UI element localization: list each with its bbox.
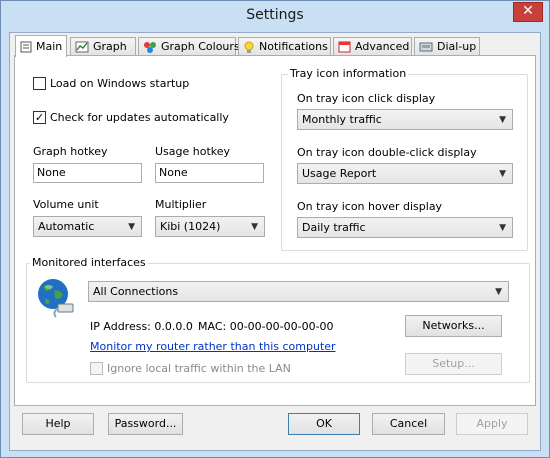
multiplier-select[interactable]: Kibi (1024) ▼ <box>155 216 265 237</box>
settings-window: Settings ✕ Main Graph Graph Colours Noti… <box>0 0 550 458</box>
tray-hover-select[interactable]: Daily traffic ▼ <box>297 217 513 238</box>
checkbox-label: Load on Windows startup <box>50 77 190 90</box>
tab-label: Dial-up <box>437 40 477 53</box>
tab-label: Notifications <box>259 40 328 53</box>
graph-hotkey-label: Graph hotkey <box>33 145 108 158</box>
checkbox-label: Check for updates automatically <box>50 111 229 124</box>
usage-hotkey-input[interactable]: None <box>155 163 264 183</box>
tab-label: Advanced <box>355 40 410 53</box>
network-globe-icon <box>36 277 76 319</box>
select-value: All Connections <box>93 285 179 298</box>
main-tab-page: Load on Windows startup ✓ Check for upda… <box>14 55 536 406</box>
mac-address-text: MAC: 00-00-00-00-00-00 <box>198 320 334 333</box>
tray-icon-group: Tray icon information On tray icon click… <box>281 67 528 251</box>
tab-graph[interactable]: Graph <box>70 37 136 55</box>
graph-icon <box>75 41 89 53</box>
select-value: Automatic <box>38 220 95 233</box>
ok-button[interactable]: OK <box>288 413 360 435</box>
tray-hover-label: On tray icon hover display <box>297 200 443 213</box>
palette-icon <box>143 41 157 53</box>
checkbox-label: Ignore local traffic within the LAN <box>107 362 291 375</box>
tab-main[interactable]: Main <box>15 35 67 57</box>
load-on-startup-checkbox[interactable]: Load on Windows startup <box>33 77 189 90</box>
chevron-down-icon: ▼ <box>499 169 506 179</box>
check-updates-checkbox[interactable]: ✓ Check for updates automatically <box>33 111 229 124</box>
dialup-icon <box>419 41 433 53</box>
chevron-down-icon: ▼ <box>495 287 502 297</box>
lightbulb-icon <box>243 41 255 53</box>
group-legend: Tray icon information <box>288 67 409 80</box>
close-button[interactable]: ✕ <box>513 2 543 22</box>
checkbox-box[interactable] <box>90 362 103 375</box>
multiplier-label: Multiplier <box>155 198 207 211</box>
volume-unit-select[interactable]: Automatic ▼ <box>33 216 142 237</box>
tab-label: Main <box>36 40 63 53</box>
chevron-down-icon: ▼ <box>128 222 135 232</box>
ip-address-text: IP Address: 0.0.0.0 <box>90 320 193 333</box>
dialog-client-area: Main Graph Graph Colours Notifications A… <box>9 32 541 451</box>
graph-hotkey-input[interactable]: None <box>33 163 142 183</box>
title-bar[interactable]: Settings ✕ <box>1 1 549 31</box>
tab-label: Graph Colours <box>161 40 240 53</box>
volume-unit-label: Volume unit <box>33 198 99 211</box>
tray-double-click-label: On tray icon double-click display <box>297 146 477 159</box>
networks-button[interactable]: Networks... <box>405 315 502 337</box>
tab-notifications[interactable]: Notifications <box>238 37 331 55</box>
monitor-router-link[interactable]: Monitor my router rather than this compu… <box>90 340 336 353</box>
calendar-icon <box>338 41 351 53</box>
tab-advanced[interactable]: Advanced <box>333 37 412 55</box>
group-legend: Monitored interfaces <box>30 256 148 269</box>
select-value: Usage Report <box>302 167 377 180</box>
tray-click-label: On tray icon click display <box>297 92 436 105</box>
monitored-interfaces-group: Monitored interfaces All Connections ▼ I… <box>26 256 530 383</box>
usage-hotkey-label: Usage hotkey <box>155 145 231 158</box>
cancel-button[interactable]: Cancel <box>372 413 445 435</box>
chevron-down-icon: ▼ <box>499 223 506 233</box>
select-value: Kibi (1024) <box>160 220 221 233</box>
tab-label: Graph <box>93 40 127 53</box>
select-value: Daily traffic <box>302 221 366 234</box>
interface-select[interactable]: All Connections ▼ <box>88 281 509 302</box>
chevron-down-icon: ▼ <box>499 115 506 125</box>
window-title: Settings <box>246 7 304 23</box>
settings-page-icon <box>20 41 32 53</box>
tab-dial-up[interactable]: Dial-up <box>414 37 480 55</box>
tray-double-click-select[interactable]: Usage Report ▼ <box>297 163 513 184</box>
tray-click-select[interactable]: Monthly traffic ▼ <box>297 109 513 130</box>
select-value: Monthly traffic <box>302 113 382 126</box>
apply-button[interactable]: Apply <box>456 413 528 435</box>
checkbox-box-checked[interactable]: ✓ <box>33 111 46 124</box>
setup-button[interactable]: Setup... <box>405 353 502 375</box>
checkbox-box[interactable] <box>33 77 46 90</box>
help-button[interactable]: Help <box>22 413 94 435</box>
chevron-down-icon: ▼ <box>251 222 258 232</box>
password-button[interactable]: Password... <box>108 413 183 435</box>
tab-graph-colours[interactable]: Graph Colours <box>138 37 240 55</box>
ignore-lan-checkbox[interactable]: Ignore local traffic within the LAN <box>90 362 291 375</box>
